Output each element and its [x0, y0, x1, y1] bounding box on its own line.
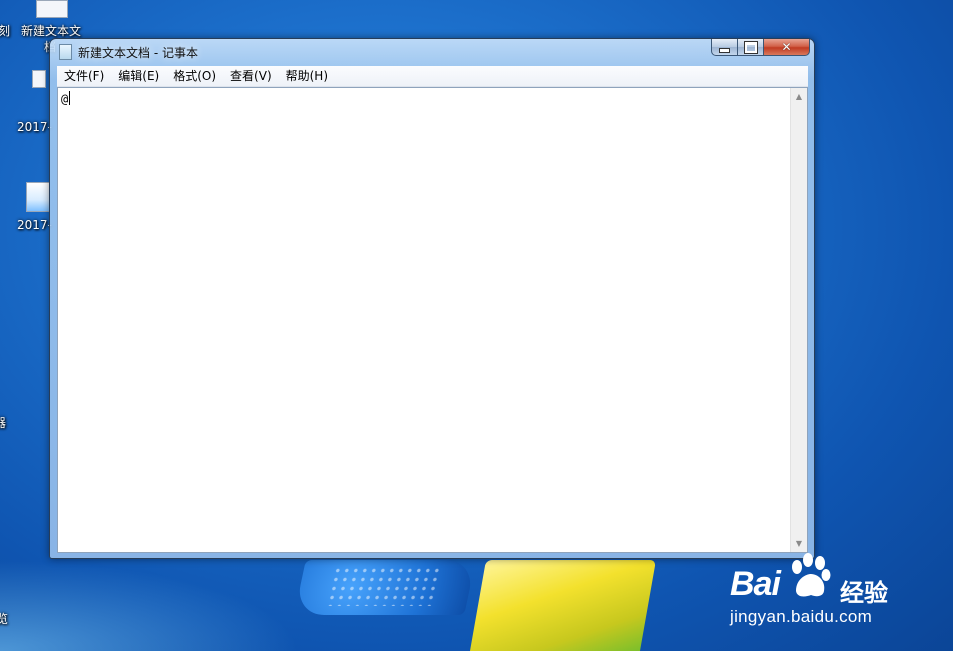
- desktop-edge-label-1: 刻: [0, 24, 11, 38]
- baidu-paw-icon: [792, 553, 831, 597]
- notepad-window[interactable]: 新建文本文档 - 记事本 ✕ 文件(F) 编辑(E) 格式(O) 查看(V) 帮…: [49, 38, 815, 559]
- maximize-button[interactable]: [738, 39, 764, 56]
- editor-text: @: [61, 92, 69, 106]
- watermark-url: jingyan.baidu.com: [730, 607, 873, 626]
- wallpaper-logo-yellow-pane: [469, 560, 657, 651]
- menu-help[interactable]: 帮助(H): [279, 66, 335, 86]
- desktop-wallpaper-glow: [0, 560, 300, 651]
- close-button[interactable]: ✕: [764, 39, 810, 56]
- menu-format[interactable]: 格式(O): [166, 66, 223, 86]
- watermark-brand-left: Bai: [730, 565, 781, 603]
- desktop-icon-image-file[interactable]: [26, 182, 50, 212]
- notepad-icon: [59, 44, 72, 60]
- watermark-product: 经验: [840, 579, 888, 607]
- menu-view[interactable]: 查看(V): [223, 66, 279, 86]
- baidu-watermark: Bai du 经验 jingyan.baidu.com: [728, 553, 928, 633]
- desktop-edge-label-2: 器: [0, 416, 7, 430]
- text-editor[interactable]: @ ▲ ▼: [57, 87, 808, 553]
- desktop-icon-text-file-label[interactable]: 新建文本文: [21, 22, 81, 39]
- menu-edit[interactable]: 编辑(E): [111, 66, 166, 86]
- text-caret: [69, 91, 71, 105]
- maximize-icon: [743, 40, 758, 54]
- minimize-icon: [719, 47, 730, 53]
- desktop-icon-file-1-label[interactable]: 2017-: [17, 120, 52, 134]
- vertical-scrollbar[interactable]: ▲ ▼: [790, 88, 807, 552]
- close-icon: ✕: [781, 40, 792, 54]
- desktop-edge-label-3: 览: [0, 612, 9, 626]
- menu-bar: 文件(F) 编辑(E) 格式(O) 查看(V) 帮助(H): [57, 66, 808, 87]
- scroll-down-arrow-icon[interactable]: ▼: [791, 535, 807, 552]
- desktop-icon-image-file-label[interactable]: 2017-: [17, 218, 52, 232]
- desktop-icon-text-file[interactable]: [36, 0, 68, 18]
- editor-content[interactable]: @: [61, 91, 71, 106]
- caption-buttons: ✕: [711, 39, 810, 57]
- title-bar[interactable]: 新建文本文档 - 记事本 ✕: [50, 39, 814, 65]
- window-title: 新建文本文档 - 记事本: [78, 46, 198, 60]
- menu-file[interactable]: 文件(F): [57, 66, 111, 86]
- minimize-button[interactable]: [711, 39, 738, 56]
- desktop-icon-file-1[interactable]: [32, 70, 46, 88]
- scroll-up-arrow-icon[interactable]: ▲: [791, 88, 807, 105]
- wallpaper-logo-dots: [325, 566, 445, 606]
